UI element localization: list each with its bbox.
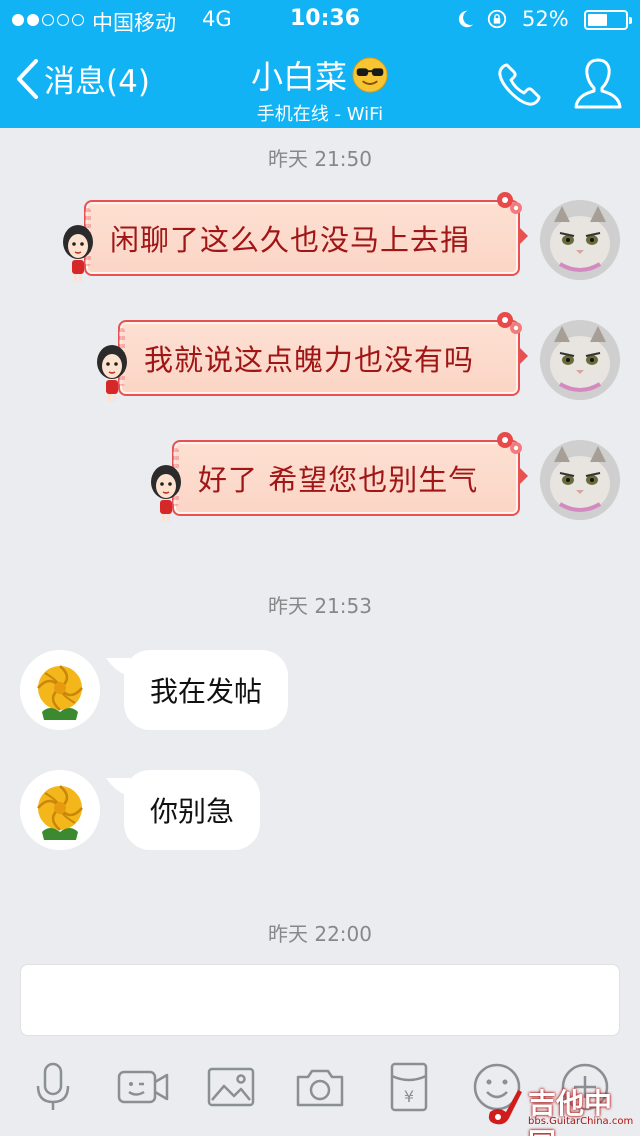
phone-icon[interactable] (494, 60, 544, 110)
message-bubble[interactable]: 我就说这点魄力也没有吗 (97, 312, 528, 402)
message-bubble[interactable]: 闲聊了这么久也没马上去捐 (63, 192, 528, 282)
message-text: 我在发帖 (150, 675, 263, 708)
back-label: 消息(4) (44, 64, 150, 100)
message-row-incoming: 我在发帖 (20, 650, 289, 730)
signal-dot (27, 14, 39, 26)
microphone-icon[interactable] (26, 1060, 80, 1114)
sunglasses-emoji-icon (352, 57, 388, 93)
bubble-tail (518, 466, 528, 486)
cat-avatar-icon (540, 440, 620, 520)
contact-status: 手机在线 - WiFi (256, 104, 384, 125)
message-text: 我就说这点魄力也没有吗 (144, 343, 475, 377)
status-bar: 中国移动 4G 10:36 52% (0, 0, 640, 40)
bubble-tail (518, 226, 528, 246)
camera-icon[interactable] (293, 1060, 347, 1114)
cat-avatar-icon (540, 320, 620, 400)
flower-decoration-icon (497, 432, 522, 454)
message-row-incoming: 你别急 (20, 770, 261, 850)
timestamp: 昨天 21:53 (268, 594, 372, 618)
battery-level (588, 14, 607, 26)
timestamp: 昨天 22:00 (268, 922, 372, 946)
signal-dot (42, 14, 54, 26)
person-icon[interactable] (572, 56, 624, 112)
guitar-logo-icon (488, 1090, 522, 1125)
video-call-icon[interactable] (116, 1060, 170, 1114)
watermark-url: bbs.GuitarChina.com (528, 1116, 634, 1127)
watermark-text: 吉他中国 (528, 1087, 613, 1136)
signal-dot (12, 14, 24, 26)
battery-percent: 52% (522, 7, 569, 31)
avatar-self[interactable] (540, 200, 620, 280)
avatar-contact[interactable] (20, 650, 100, 730)
image-icon[interactable] (204, 1060, 258, 1114)
yuan-symbol: ¥ (404, 1087, 414, 1106)
top-header: 中国移动 4G 10:36 52% 消息(4) 小白菜 手机在线 - WiFi (0, 0, 640, 128)
message-bubble[interactable]: 我在发帖 (106, 650, 289, 730)
red-packet-icon[interactable]: ¥ (382, 1060, 436, 1114)
cat-avatar-icon (540, 200, 620, 280)
sunflower-avatar-icon (20, 770, 100, 850)
avatar-self[interactable] (540, 320, 620, 400)
signal-strength (12, 14, 84, 26)
flower-decoration-icon (497, 192, 522, 214)
message-row-outgoing: 闲聊了这么久也没马上去捐 (63, 192, 620, 282)
message-row-outgoing: 好了 希望您也别生气 (151, 432, 620, 522)
rotation-lock-icon (487, 9, 507, 29)
status-time: 10:36 (290, 6, 361, 31)
message-text: 闲聊了这么久也没马上去捐 (110, 223, 471, 257)
message-text: 你别急 (150, 795, 235, 828)
bubble-tail (106, 778, 142, 798)
contact-name: 小白菜 (250, 58, 347, 96)
sunflower-avatar-icon (20, 650, 100, 730)
message-input[interactable] (20, 964, 620, 1036)
watermark: 吉他中国 bbs.GuitarChina.com (484, 1082, 634, 1136)
moon-icon (458, 10, 474, 28)
battery-icon (584, 10, 632, 30)
bubble-tail (106, 658, 142, 678)
network-type: 4G (202, 7, 232, 31)
message-bubble[interactable]: 你别急 (106, 770, 261, 850)
avatar-contact[interactable] (20, 770, 100, 850)
sticker-girl-icon (151, 465, 181, 522)
signal-dot (57, 14, 69, 26)
message-bubble[interactable]: 好了 希望您也别生气 (151, 432, 528, 522)
back-button[interactable]: 消息(4) (14, 56, 150, 101)
contact-header[interactable]: 小白菜 手机在线 - WiFi (200, 52, 440, 126)
sticker-girl-icon (63, 225, 93, 282)
bubble-tail (518, 346, 528, 366)
sticker-girl-icon (97, 345, 127, 402)
carrier-name: 中国移动 (92, 11, 176, 35)
message-text: 好了 希望您也别生气 (198, 463, 479, 497)
flower-decoration-icon (497, 312, 522, 334)
message-row-outgoing: 我就说这点魄力也没有吗 (97, 312, 620, 402)
timestamp: 昨天 21:50 (268, 147, 372, 171)
signal-dot (72, 14, 84, 26)
chevron-left-icon (17, 58, 38, 99)
avatar-self[interactable] (540, 440, 620, 520)
